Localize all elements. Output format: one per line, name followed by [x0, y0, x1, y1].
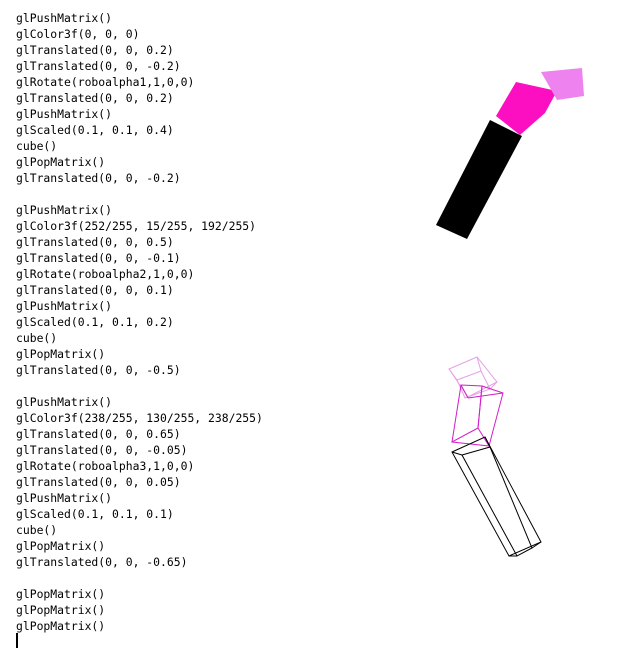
code-listing: glPushMatrix() glColor3f(0, 0, 0) glTransl…	[16, 10, 263, 634]
arm-segment-3-wireframe	[448, 356, 498, 399]
code-line: glPopMatrix()	[16, 347, 106, 361]
code-line: glTranslated(0, 0, -0.1)	[16, 251, 181, 265]
code-line: glPopMatrix()	[16, 587, 106, 601]
code-line: glTranslated(0, 0, 0.05)	[16, 475, 181, 489]
code-line: glColor3f(0, 0, 0)	[16, 27, 140, 41]
code-line: glTranslated(0, 0, -0.2)	[16, 59, 181, 73]
arm-segment-1-wireframe	[451, 436, 542, 557]
code-line: glTranslated(0, 0, -0.05)	[16, 443, 188, 457]
code-line: glScaled(0.1, 0.1, 0.2)	[16, 315, 174, 329]
code-line: glTranslated(0, 0, 0.2)	[16, 43, 174, 57]
code-line: cube()	[16, 523, 58, 537]
code-line: glRotate(roboalpha3,1,0,0)	[16, 459, 195, 473]
code-line: glPushMatrix()	[16, 395, 113, 409]
code-line: glRotate(roboalpha2,1,0,0)	[16, 267, 195, 281]
text-cursor	[16, 633, 18, 648]
arm-segment-2-wireframe	[451, 384, 504, 448]
code-line: glPushMatrix()	[16, 203, 113, 217]
code-line: glRotate(roboalpha1,1,0,0)	[16, 75, 195, 89]
code-line: glTranslated(0, 0, -0.5)	[16, 363, 181, 377]
code-line: glPushMatrix()	[16, 299, 113, 313]
code-line: glScaled(0.1, 0.1, 0.4)	[16, 123, 174, 137]
code-line: glTranslated(0, 0, 0.2)	[16, 91, 174, 105]
code-line: cube()	[16, 331, 58, 345]
code-editor[interactable]: glPushMatrix() glColor3f(0, 0, 0) glTransl…	[0, 0, 627, 649]
code-line: glPopMatrix()	[16, 619, 106, 633]
solid-robot-arm-render	[436, 68, 584, 239]
code-line: glPopMatrix()	[16, 155, 106, 169]
code-line: glTranslated(0, 0, 0.5)	[16, 235, 174, 249]
arm-segment-1-solid	[436, 120, 522, 239]
code-line: glPushMatrix()	[16, 491, 113, 505]
code-line: glScaled(0.1, 0.1, 0.1)	[16, 507, 174, 521]
code-line: glTranslated(0, 0, 0.65)	[16, 427, 181, 441]
code-line: glPushMatrix()	[16, 107, 113, 121]
code-line: cube()	[16, 139, 58, 153]
wireframe-robot-arm-render	[448, 356, 542, 557]
arm-segment-2-solid	[496, 82, 557, 135]
code-line: glTranslated(0, 0, -0.2)	[16, 171, 181, 185]
code-line: glPushMatrix()	[16, 11, 113, 25]
code-line: glPopMatrix()	[16, 603, 106, 617]
code-line: glColor3f(238/255, 130/255, 238/255)	[16, 411, 263, 425]
code-line: glTranslated(0, 0, 0.1)	[16, 283, 174, 297]
code-line: glColor3f(252/255, 15/255, 192/255)	[16, 219, 257, 233]
code-line: glPopMatrix()	[16, 539, 106, 553]
code-line: glTranslated(0, 0, -0.65)	[16, 555, 188, 569]
